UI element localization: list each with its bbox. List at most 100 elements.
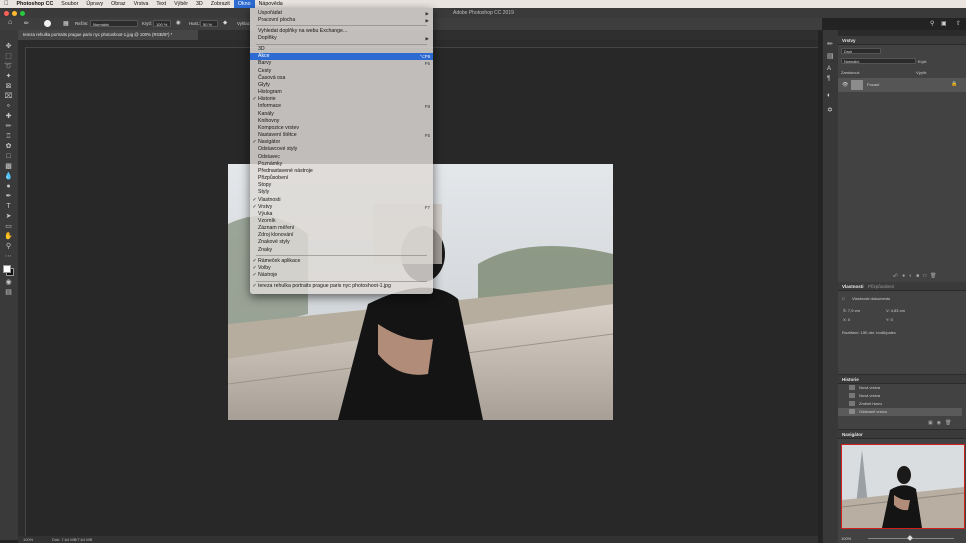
layer-actions-icons[interactable]: ☍●◐■□🗑 [893, 273, 941, 279]
blur-tool-icon[interactable]: 💧 [4, 172, 13, 181]
type-tool-icon[interactable]: T [4, 202, 13, 211]
share-icon[interactable]: ⇧ [956, 20, 961, 27]
move-tool-icon[interactable]: ✥ [4, 42, 13, 51]
menu-item-histogram[interactable]: Histogram [250, 89, 433, 96]
clone-stamp-tool-icon[interactable]: ♖ [4, 132, 13, 141]
navigator-panel-title[interactable]: Navigátor [842, 432, 863, 437]
menu-item-zaznam-mereni[interactable]: Záznam měření [250, 225, 433, 232]
airbrush-icon[interactable]: ◆ [223, 20, 227, 26]
dodge-tool-icon[interactable]: ● [4, 182, 13, 191]
search-icon[interactable]: ⚲ [930, 20, 934, 27]
navigator-preview[interactable] [841, 444, 965, 529]
menu-item-pracovni-plocha[interactable]: Pracovní plocha ▶ [250, 17, 433, 24]
menu-item-navigator[interactable]: ✓ Navigátor [250, 139, 433, 146]
menu-item-nastroje[interactable]: ✓ Nástroje [250, 272, 433, 279]
document-height[interactable]: V: 4,83 cm [886, 308, 905, 313]
adjustments-tab[interactable]: Přizpůsobení [868, 284, 894, 289]
workspace-icon[interactable]: ▣ [941, 20, 947, 27]
close-window-icon[interactable] [4, 11, 9, 16]
menu-item-kompozice-vrstev[interactable]: Kompozice vrstev [250, 125, 433, 132]
apple-menu-icon[interactable]:  [0, 0, 13, 8]
status-zoom[interactable]: 100% [23, 537, 33, 542]
opacity-input[interactable]: 100 % [153, 20, 171, 27]
foreground-color-swatch[interactable] [3, 265, 11, 273]
history-brush-tool-icon[interactable]: ✿ [4, 142, 13, 151]
pen-tool-icon[interactable]: ✒ [4, 192, 13, 201]
menu-item-informace[interactable]: Informace F8 [250, 103, 433, 110]
history-item[interactable]: Změnit hlavu [838, 400, 962, 408]
adjustments-panel-icon[interactable]: ◐ [827, 92, 831, 99]
menu-item-ramecek-aplikace[interactable]: ✓ Rámeček aplikace [250, 258, 433, 265]
document-x[interactable]: X: 0 [843, 317, 850, 322]
path-select-tool-icon[interactable]: ➤ [4, 212, 13, 221]
menu-item-styly[interactable]: Styly [250, 189, 433, 196]
layer-filter-select[interactable]: Druh [841, 48, 881, 54]
healing-brush-tool-icon[interactable]: ✚ [4, 112, 13, 121]
menu-item-knihovny[interactable]: Knihovny [250, 118, 433, 125]
menu-item-3d[interactable]: 3D [250, 46, 433, 53]
menu-item-znakove-styly[interactable]: Znakové styly [250, 239, 433, 246]
rectangle-tool-icon[interactable]: ▭ [4, 222, 13, 231]
lasso-tool-icon[interactable]: ➰ [4, 62, 13, 71]
gradient-tool-icon[interactable]: ▩ [4, 162, 13, 171]
layer-name[interactable]: Pozadí [867, 82, 879, 87]
menu-item-vzornik[interactable]: Vzorník [250, 218, 433, 225]
brush-settings-panel-icon[interactable]: ▤ [827, 52, 834, 60]
layer-visibility-icon[interactable]: 👁 [842, 82, 848, 88]
mode-select[interactable]: Normální [90, 20, 138, 27]
menu-item-usporadat[interactable]: Uspořádat ▶ [250, 10, 433, 17]
menu-napoveda[interactable]: Nápověda [255, 0, 287, 8]
menu-item-prizpusobeni[interactable]: Přizpůsobení [250, 175, 433, 182]
navigator-zoom-value[interactable]: 100% [841, 536, 851, 541]
menu-item-barvy[interactable]: Barvy F6 [250, 60, 433, 67]
history-panel-title[interactable]: Historie [842, 377, 859, 382]
menu-text[interactable]: Text [152, 0, 170, 8]
frame-tool-icon[interactable]: ⌧ [4, 92, 13, 101]
tools-presets-icon[interactable]: ✡ [827, 106, 833, 114]
menu-upravy[interactable]: Úpravy [82, 0, 107, 8]
menu-item-volby[interactable]: ✓ Volby [250, 265, 433, 272]
zoom-window-icon[interactable] [20, 11, 25, 16]
menu-okno[interactable]: Okno [233, 0, 255, 8]
menu-obraz[interactable]: Obraz [107, 0, 129, 8]
menu-item-odstavcove-styly[interactable]: Odstavcové styly [250, 146, 433, 153]
menu-item-zdroj-klonovani[interactable]: Zdroj klonování [250, 232, 433, 239]
menu-item-poznamky[interactable]: Poznámky [250, 161, 433, 168]
menu-item-historie[interactable]: ✓ Historie [250, 96, 433, 103]
menu-item-stopy[interactable]: Stopy [250, 182, 433, 189]
menu-item-prednastavene-nastroje[interactable]: Přednastavené nástroje [250, 168, 433, 175]
screen-mode-icon[interactable]: ▤ [4, 288, 13, 297]
document-width[interactable]: Š: 7,9 cm [843, 308, 860, 313]
zoom-tool-icon[interactable]: ⚲ [4, 242, 13, 251]
crop-tool-icon[interactable]: ⊠ [4, 82, 13, 91]
menu-zobrazit[interactable]: Zobrazit [207, 0, 234, 8]
quick-select-tool-icon[interactable]: ✦ [4, 72, 13, 81]
menu-soubor[interactable]: Soubor [57, 0, 82, 8]
history-item-current[interactable]: Odstranit vrstvu [838, 408, 962, 416]
pressure-opacity-icon[interactable]: ◉ [176, 20, 181, 26]
character-panel-icon[interactable]: A [827, 66, 831, 72]
layer-row[interactable]: 👁 Pozadí 🔒 [838, 78, 966, 92]
history-item[interactable]: Nová vrstva [838, 392, 962, 400]
menu-item-nastaveni-stetce[interactable]: Nastavení štětce F5 [250, 132, 433, 139]
more-tools-icon[interactable]: ⋯ [4, 252, 13, 261]
eraser-tool-icon[interactable]: □ [4, 152, 13, 161]
flow-input[interactable]: 50 % [200, 20, 218, 27]
brush-settings-icon[interactable]: ▦ [63, 20, 69, 27]
menu-item-vyhledat-doplnky-na-webu-exchange[interactable]: Vyhledat doplňky na webu Exchange... [250, 28, 433, 35]
menu-item-casova-osa[interactable]: Časová osa [250, 75, 433, 82]
brush-preset-icon[interactable] [44, 20, 51, 27]
eyedropper-tool-icon[interactable]: ⚬ [4, 102, 13, 111]
menu-item-kanaly[interactable]: Kanály [250, 111, 433, 118]
layer-blend-select[interactable]: Normální [841, 58, 916, 64]
menu-item-odstavec[interactable]: Odstavec [250, 154, 433, 161]
menu-item-znaky[interactable]: Znaky [250, 247, 433, 254]
marquee-tool-icon[interactable]: ⬚ [4, 52, 13, 61]
paragraph-panel-icon[interactable]: ¶ [827, 76, 830, 82]
layers-panel-title[interactable]: Vrstvy [842, 38, 856, 43]
menu-item-vyuka[interactable]: Výuka [250, 211, 433, 218]
minimize-window-icon[interactable] [12, 11, 17, 16]
menu-item-cesty[interactable]: Cesty [250, 68, 433, 75]
brush-tool-active-icon[interactable]: ✏ [4, 122, 13, 131]
properties-tab[interactable]: Vlastnosti [842, 284, 864, 289]
